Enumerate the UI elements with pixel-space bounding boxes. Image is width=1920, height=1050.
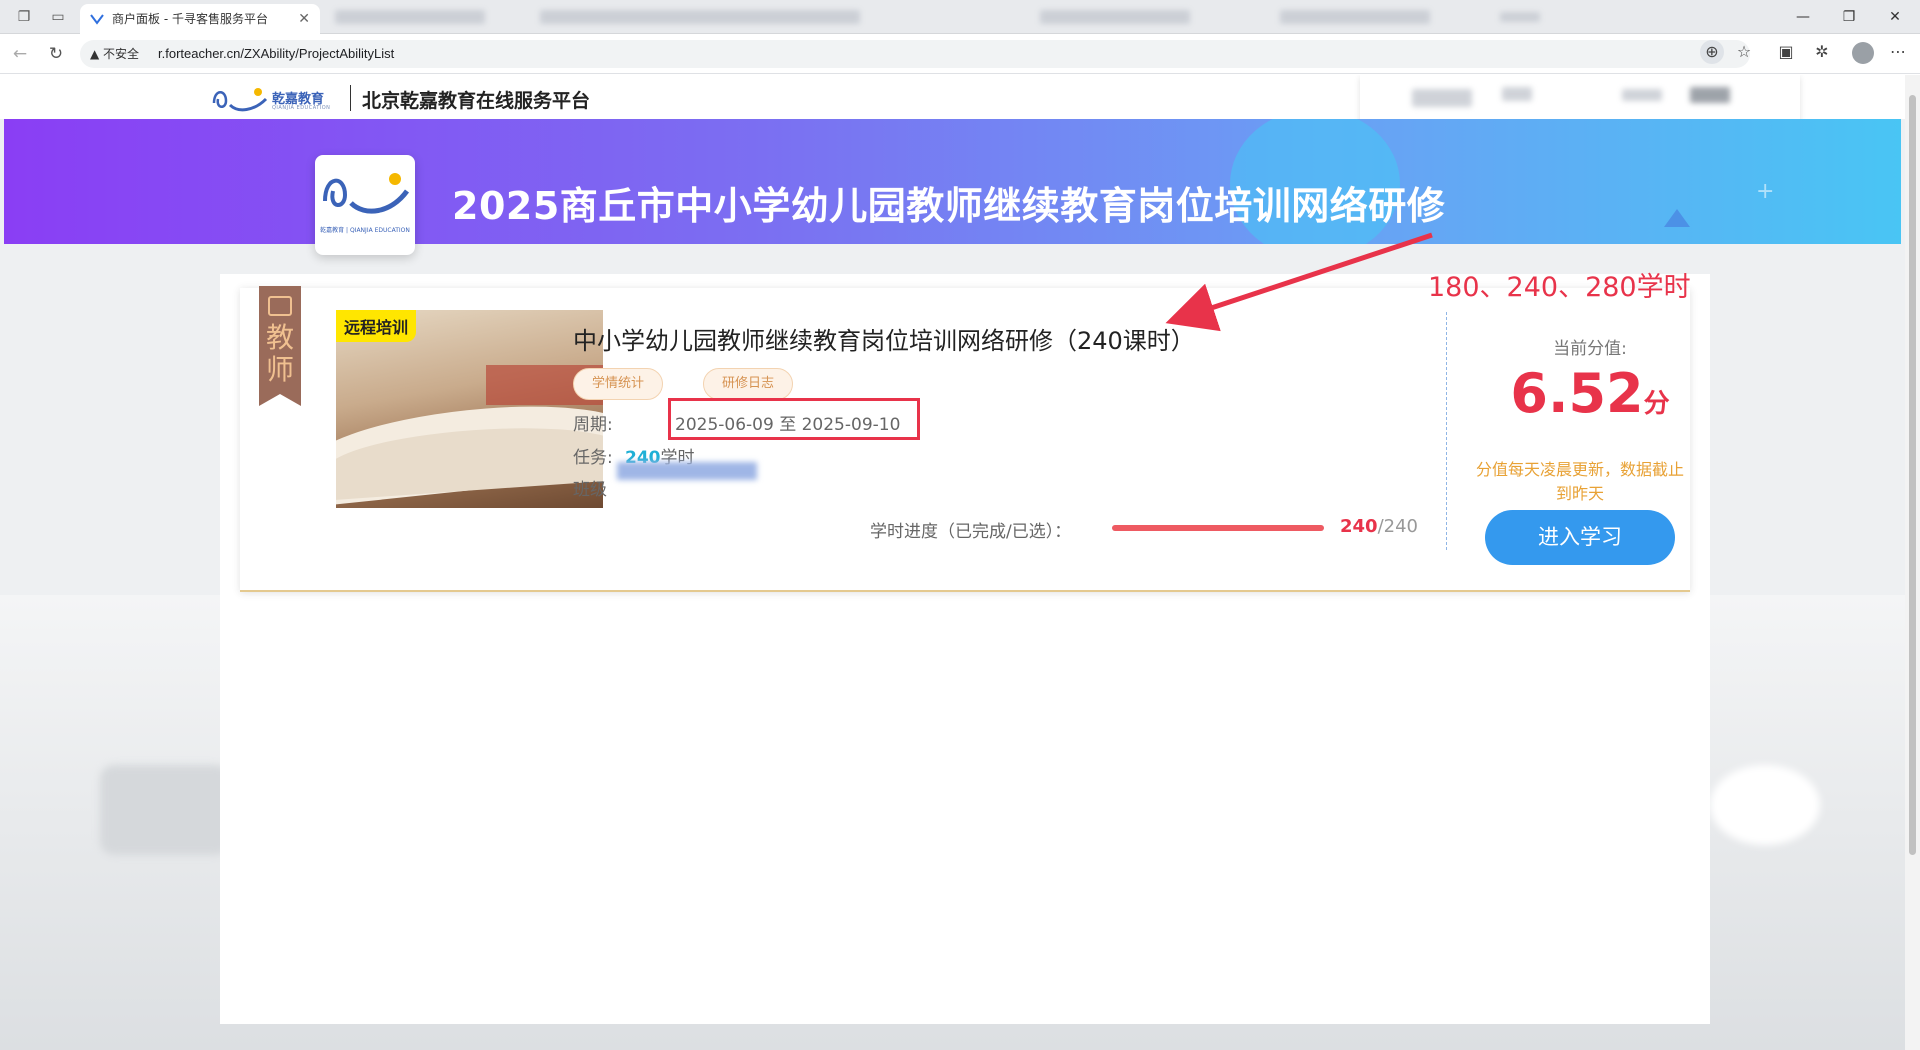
address-bar[interactable]: ▲ 不安全 r.forteacher.cn/ZXAbility/ProjectA… — [80, 40, 1750, 68]
collections-icon[interactable]: ▣ — [1774, 40, 1798, 64]
extensions-icon[interactable]: ✲ — [1810, 40, 1834, 64]
browser-toolbar: ← ↻ ▲ 不安全 r.forteacher.cn/ZXAbility/Proj… — [0, 34, 1920, 74]
annotation-arrow-icon — [1165, 232, 1433, 332]
url-text[interactable]: r.forteacher.cn/ZXAbility/ProjectAbility… — [158, 40, 394, 68]
tab-blurred[interactable] — [335, 10, 485, 24]
tab-blurred[interactable] — [1500, 12, 1540, 22]
tab-blurred[interactable] — [1040, 10, 1190, 24]
back-icon[interactable]: ← — [8, 42, 32, 66]
reload-icon[interactable]: ↻ — [44, 42, 68, 66]
tab-blurred[interactable] — [1280, 10, 1430, 24]
profile-avatar[interactable] — [1852, 42, 1874, 64]
page-scrollbar[interactable] — [1905, 75, 1920, 1050]
more-menu-icon[interactable]: ⋯ — [1886, 40, 1910, 64]
favorite-star-icon[interactable]: ☆ — [1732, 40, 1756, 64]
page-viewport: 乾嘉教育 QIANJIA EDUCATION 北京乾嘉教育在线服务平台 + 20… — [0, 75, 1905, 1050]
security-warning[interactable]: ▲ 不安全 — [90, 40, 139, 68]
tab-active[interactable]: 商户面板 - 千寻客售服务平台 ✕ — [80, 4, 320, 34]
scroll-thumb[interactable] — [1909, 95, 1916, 855]
minimize-icon[interactable]: — — [1780, 0, 1826, 34]
tab-blurred[interactable] — [540, 10, 860, 24]
zoom-icon[interactable]: ⊕ — [1700, 40, 1724, 64]
window-close-icon[interactable]: ✕ — [1872, 0, 1918, 34]
tab-close-icon[interactable]: ✕ — [298, 4, 310, 34]
project-logo-caption: 乾嘉教育 | QIANJIA EDUCATION — [320, 227, 410, 234]
tab-actions-icon[interactable]: ▭ — [48, 7, 68, 27]
favicon-icon — [90, 14, 104, 25]
project-logo-icon — [323, 173, 410, 214]
project-logo: 乾嘉教育 | QIANJIA EDUCATION — [315, 155, 415, 255]
workspaces-icon[interactable]: ❐ — [14, 7, 34, 27]
browser-tab-bar: ❐ ▭ 商户面板 - 千寻客售服务平台 ✕ — ❐ ✕ — [0, 0, 1920, 34]
tab-title: 商户面板 - 千寻客售服务平台 — [112, 12, 268, 26]
restore-icon[interactable]: ❐ — [1826, 0, 1872, 34]
